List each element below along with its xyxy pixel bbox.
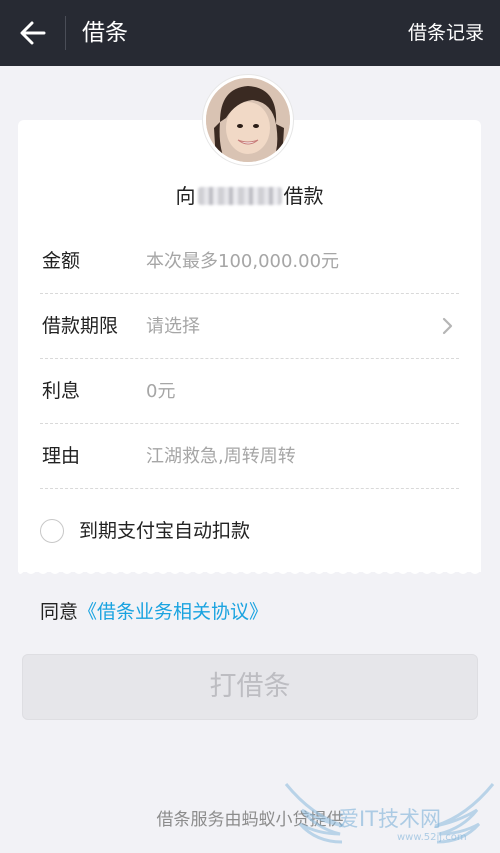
create-iou-button[interactable]: 打借条 [22, 654, 478, 720]
card-zigzag-edge [18, 566, 481, 574]
agreement-prefix: 同意 [40, 601, 79, 623]
watermark-url: www.52ij.com [397, 832, 467, 843]
agreement-line: 同意《借条业务相关协议》 [40, 596, 268, 628]
arrow-left-icon [20, 21, 46, 45]
auto-debit-label: 到期支付宝自动扣款 [79, 520, 251, 542]
loan-term-row[interactable]: 借款期限 请选择 [40, 294, 459, 359]
agreement-link[interactable]: 《借条业务相关协议》 [78, 601, 268, 623]
page-title: 借条 [82, 20, 128, 46]
amount-label: 金额 [42, 250, 81, 272]
reason-label: 理由 [42, 445, 81, 467]
borrow-suffix: 借款 [283, 184, 324, 208]
amount-input[interactable] [146, 229, 436, 294]
auto-debit-option[interactable]: 到期支付宝自动扣款 [40, 505, 459, 557]
auto-debit-radio[interactable] [40, 519, 64, 543]
loan-term-label: 借款期限 [42, 315, 119, 337]
top-navigation-bar: 借条 借条记录 [0, 0, 500, 66]
reason-input[interactable] [146, 424, 436, 489]
blurred-lender-name [197, 187, 282, 205]
nav-divider [65, 16, 66, 50]
reason-row[interactable]: 理由 [40, 424, 459, 489]
chevron-right-icon [442, 317, 453, 335]
interest-value: 0元 [146, 381, 176, 402]
iou-records-button[interactable]: 借条记录 [408, 0, 484, 66]
watermark-text: 爱IT技术网 [338, 807, 442, 831]
borrow-from-text: 向 借款 [18, 180, 481, 209]
loan-term-select[interactable]: 请选择 [146, 294, 436, 359]
back-button[interactable] [12, 12, 54, 54]
lender-avatar [203, 75, 293, 165]
interest-label: 利息 [42, 380, 81, 402]
amount-row[interactable]: 金额 [40, 229, 459, 294]
borrow-prefix: 向 [175, 184, 196, 208]
interest-row: 利息 0元 [40, 359, 459, 424]
